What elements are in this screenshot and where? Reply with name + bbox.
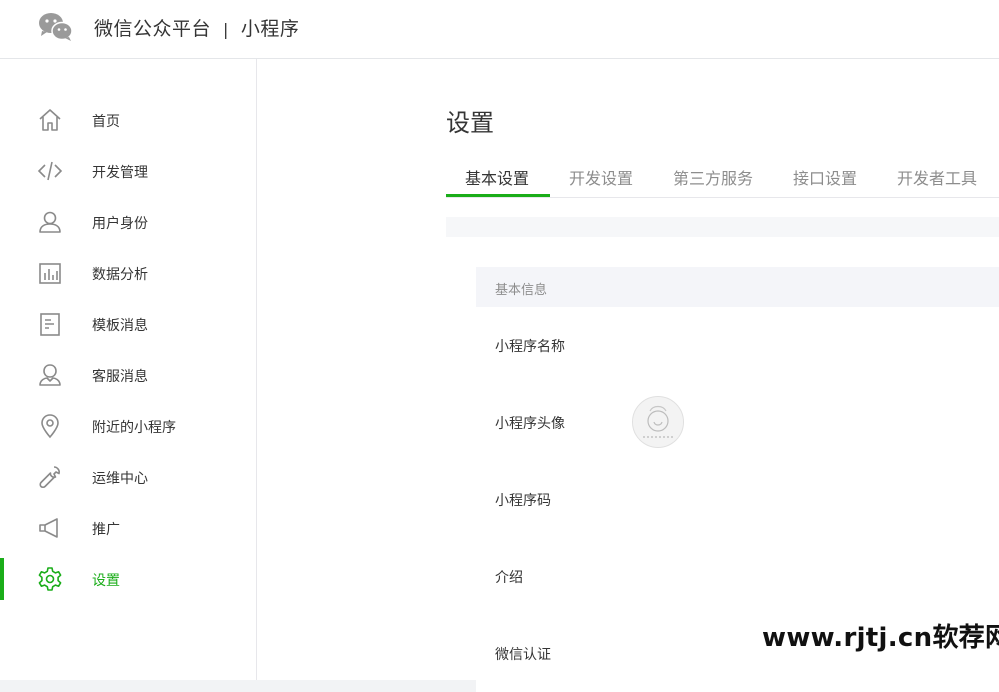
gear-icon xyxy=(37,566,63,592)
row-miniprogram-code: 小程序码 xyxy=(476,461,999,539)
sidebar-item-label: 客服消息 xyxy=(92,369,148,385)
sidebar-item-label: 开发管理 xyxy=(92,165,148,181)
sidebar-item-customer-service[interactable]: 客服消息 xyxy=(0,350,256,401)
brand-name: 微信公众平台 xyxy=(94,18,212,40)
watermark: www.rjtj.cn软荐网 xyxy=(762,623,999,653)
sidebar-item-label: 推广 xyxy=(92,522,120,538)
sidebar-item-label: 运维中心 xyxy=(92,471,148,487)
customer-service-icon xyxy=(37,362,63,388)
page-title: 设置 xyxy=(446,109,494,137)
row-label: 小程序码 xyxy=(495,493,551,509)
user-icon xyxy=(37,209,63,235)
section-header-label: 基本信息 xyxy=(495,283,548,298)
tab-dev-settings[interactable]: 开发设置 xyxy=(569,165,633,189)
sidebar-item-dev-management[interactable]: 开发管理 xyxy=(0,146,256,197)
sidebar-item-label: 数据分析 xyxy=(92,267,148,283)
wechat-logo-icon xyxy=(38,12,74,42)
settings-tabs: 基本设置 开发设置 第三方服务 接口设置 开发者工具 xyxy=(446,155,999,198)
row-miniprogram-avatar: 小程序头像 xyxy=(476,384,999,462)
sidebar-item-label: 模板消息 xyxy=(92,318,148,334)
document-icon xyxy=(37,311,63,337)
row-label: 小程序名称 xyxy=(495,339,565,355)
megaphone-icon xyxy=(37,515,63,541)
row-miniprogram-name: 小程序名称 xyxy=(476,307,999,385)
tab-developer-tools[interactable]: 开发者工具 xyxy=(897,165,977,189)
product-name: 小程序 xyxy=(240,18,300,40)
row-label: 微信认证 xyxy=(495,647,551,663)
sidebar-item-home[interactable]: 首页 xyxy=(0,95,256,146)
sidebar: 首页 开发管理 用户身份 数据分析 模板消息 客服消息 附近的小程序 运维中心 … xyxy=(0,59,257,680)
section-header: 基本信息 xyxy=(476,267,999,307)
avatar[interactable] xyxy=(632,396,684,448)
wrench-icon xyxy=(37,464,63,490)
panel-gap xyxy=(446,217,999,237)
sidebar-item-label: 附近的小程序 xyxy=(92,420,176,436)
tab-basic-settings[interactable]: 基本设置 xyxy=(465,165,529,189)
sidebar-item-template-message[interactable]: 模板消息 xyxy=(0,299,256,350)
code-icon xyxy=(37,158,63,184)
sidebar-item-user-identity[interactable]: 用户身份 xyxy=(0,197,256,248)
brand-title[interactable]: 微信公众平台 | 小程序 xyxy=(94,14,299,41)
sidebar-nav: 首页 开发管理 用户身份 数据分析 模板消息 客服消息 附近的小程序 运维中心 … xyxy=(0,95,256,605)
row-label: 介绍 xyxy=(495,570,523,586)
tab-third-party-services[interactable]: 第三方服务 xyxy=(673,165,753,189)
location-pin-icon xyxy=(37,413,63,439)
sidebar-item-label: 用户身份 xyxy=(92,216,148,232)
row-label: 小程序头像 xyxy=(495,416,565,432)
sidebar-item-settings[interactable]: 设置 xyxy=(0,554,256,605)
sidebar-item-label: 设置 xyxy=(92,573,120,589)
row-introduction: 介绍 xyxy=(476,538,999,616)
sidebar-item-data-analysis[interactable]: 数据分析 xyxy=(0,248,256,299)
bar-chart-icon xyxy=(37,260,63,286)
sidebar-item-ops-center[interactable]: 运维中心 xyxy=(0,452,256,503)
brand-separator: | xyxy=(223,20,229,39)
sidebar-item-label: 首页 xyxy=(92,114,120,130)
sidebar-item-promotion[interactable]: 推广 xyxy=(0,503,256,554)
sidebar-item-nearby-miniprogram[interactable]: 附近的小程序 xyxy=(0,401,256,452)
top-bar: 微信公众平台 | 小程序 xyxy=(0,0,999,59)
active-tab-indicator xyxy=(446,194,550,197)
tab-api-settings[interactable]: 接口设置 xyxy=(793,165,857,189)
home-icon xyxy=(37,107,63,133)
